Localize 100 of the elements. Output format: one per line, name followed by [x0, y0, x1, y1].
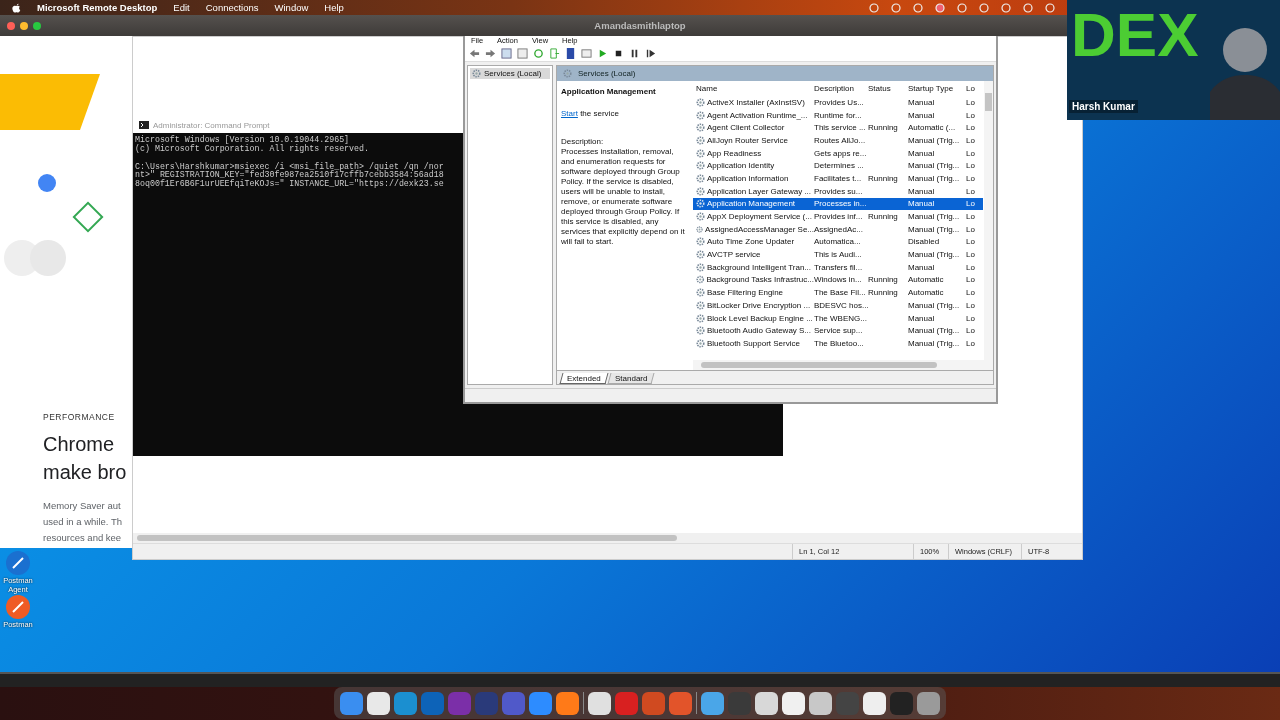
- service-row[interactable]: App Readiness Gets apps re... Manual Lo: [693, 146, 983, 160]
- gear-icon: [472, 69, 481, 78]
- description-label: Description:: [561, 137, 605, 147]
- horizontal-scrollbar[interactable]: [133, 533, 1082, 543]
- horizontal-scrollbar[interactable]: [693, 360, 993, 370]
- service-row[interactable]: Application Management Processes in... Manual Lo: [693, 197, 983, 211]
- service-status: Running: [868, 123, 899, 133]
- window-title: Amandasmithlaptop: [593, 20, 687, 31]
- service-status: Running: [868, 275, 899, 285]
- close-button[interactable]: [7, 21, 15, 30]
- startup-type: Manual (Trig...: [908, 161, 961, 171]
- window-title: Administrator: Command Prompt: [153, 120, 270, 130]
- service-row[interactable]: Agent Client Collector This service ... Running Automatic (... Lo: [693, 121, 983, 135]
- apple-icon[interactable]: [12, 2, 21, 13]
- section-label: PERFORMANCE: [43, 412, 115, 422]
- log-on-as: Lo: [966, 97, 976, 107]
- service-row[interactable]: Agent Activation Runtime_... Runtime for... Manual Lo: [693, 108, 983, 122]
- service-description: Determines ...: [814, 161, 865, 171]
- refresh-icon[interactable]: [533, 47, 544, 59]
- service-name: Block Level Backup Engine ...: [707, 313, 813, 323]
- service-row[interactable]: Bluetooth Audio Gateway S... Service sup... Manual (Trig... Lo: [693, 324, 983, 338]
- service-description: Gets apps re...: [814, 148, 868, 158]
- service-status: Running: [868, 212, 899, 222]
- menu-item[interactable]: Connections: [205, 2, 259, 13]
- startup-type: Manual: [908, 186, 936, 196]
- service-description: Processes in...: [814, 199, 868, 209]
- service-description: The Base Fil...: [814, 288, 867, 298]
- logo-text: DEX: [1071, 4, 1199, 66]
- service-row[interactable]: Bluetooth Support Service The Bluetoo... Manual (Trig... Lo: [693, 337, 983, 350]
- vertical-scrollbar[interactable]: [984, 81, 993, 360]
- restart-icon[interactable]: [645, 47, 656, 59]
- service-row[interactable]: Background Intelligent Tran... Transfers fil... Manual Lo: [693, 260, 983, 274]
- gear-icon: [563, 69, 572, 78]
- menu-item[interactable]: Edit: [173, 2, 190, 13]
- menu-item[interactable]: Window: [274, 2, 309, 13]
- service-name: Background Intelligent Tran...: [707, 262, 812, 272]
- service-description: Processes installation, removal, and enumeration requests for software deployed through Group Policy. If the service is disabled, users will be unable to install, remove, or enumerate software deployed through Group Policy. If this service is disabled, any services that explicitly depend on it will fail to start.: [561, 147, 686, 247]
- service-row[interactable]: Base Filtering Engine The Base Fil... Running Automatic Lo: [693, 286, 983, 299]
- view-tab[interactable]: Extended: [559, 373, 609, 384]
- startup-type: Manual (Trig...: [908, 338, 961, 348]
- service-row[interactable]: Application Layer Gateway ... Provides su... Manual Lo: [693, 184, 983, 198]
- service-description: The WBENG...: [814, 313, 868, 323]
- startup-type: Automatic: [908, 275, 945, 285]
- play-icon[interactable]: [597, 47, 608, 59]
- menu-item[interactable]: Help: [324, 2, 344, 13]
- startup-type: Manual: [908, 110, 936, 120]
- tree-item[interactable]: Services (Local): [470, 68, 550, 79]
- service-name: AllJoyn Router Service: [707, 135, 788, 145]
- column-header[interactable]: Description: [814, 84, 868, 93]
- log-on-as: Lo: [966, 275, 976, 285]
- participant-name: Harsh Kumar: [1069, 100, 1138, 113]
- log-on-as: Lo: [966, 212, 976, 222]
- start-link[interactable]: Start: [561, 109, 578, 118]
- column-header[interactable]: Name: [696, 84, 814, 93]
- service-description: BDESVC hos...: [814, 300, 868, 310]
- service-row[interactable]: Block Level Backup Engine ...The WBENG... Manual Lo: [693, 311, 983, 325]
- log-on-as: Lo: [966, 161, 976, 171]
- service-row[interactable]: Application Information Facilitates t... Running Manual (Trig... Lo: [693, 172, 983, 185]
- service-row[interactable]: AllJoyn Router Service Routes AllJo... Manual (Trig... Lo: [693, 134, 983, 147]
- service-row[interactable]: Auto Time Zone Updater Automatica... Disabled Lo: [693, 235, 983, 249]
- service-row[interactable]: BitLocker Drive Encryption ... BDESVC hos... Manual (Trig... Lo: [693, 299, 983, 312]
- service-row[interactable]: AVCTP service This is Audi... Manual (Trig... Lo: [693, 248, 983, 261]
- service-description: This service ...: [814, 123, 867, 133]
- app-name[interactable]: Microsoft Remote Desktop: [37, 2, 158, 13]
- service-row[interactable]: AppX Deployment Service (... Provides inf... Running Manual (Trig... Lo: [693, 210, 983, 223]
- startup-type: Disabled: [908, 237, 941, 247]
- service-description: Provides inf...: [814, 212, 864, 222]
- service-row[interactable]: AssignedAccessManager Se...AssignedAc... Manual (Trig... Lo: [693, 222, 983, 236]
- service-row[interactable]: ActiveX Installer (AxInstSV) Provides Us... Manual Lo: [693, 96, 983, 109]
- startup-type: Manual: [908, 262, 936, 272]
- service-name: Application Identity: [707, 161, 775, 171]
- startup-type: Automatic: [908, 288, 945, 298]
- service-name: Agent Activation Runtime_...: [707, 110, 808, 120]
- startup-type: Manual: [908, 148, 936, 158]
- log-on-as: Lo: [966, 250, 976, 260]
- service-name: Bluetooth Audio Gateway S...: [707, 326, 812, 336]
- log-on-as: Lo: [966, 262, 976, 272]
- service-row[interactable]: Application Identity Determines ... Manual (Trig... Lo: [693, 159, 983, 173]
- app-shortcut-icon[interactable]: [5, 594, 31, 620]
- zoom-button[interactable]: [33, 21, 41, 30]
- service-description: Routes AllJo...: [814, 135, 867, 145]
- log-on-as: Lo: [966, 237, 976, 247]
- service-description: The Bluetoo...: [814, 338, 865, 348]
- minimize-button[interactable]: [20, 21, 28, 30]
- console-line: 8oq00f1Er6B6F1urUEEfqiTeKOJs=" INSTANCE_URL="https://dexk23.se: [135, 180, 444, 189]
- app-shortcut-icon[interactable]: [5, 550, 31, 576]
- service-name: ActiveX Installer (AxInstSV): [707, 97, 805, 107]
- service-name: AVCTP service: [707, 250, 761, 260]
- log-on-as: Lo: [966, 123, 976, 133]
- service-row[interactable]: Background Tasks Infrastruc...Windows in... Running Automatic Lo: [693, 273, 983, 287]
- pause-icon[interactable]: [629, 47, 640, 59]
- column-header[interactable]: Startup Type: [908, 84, 966, 93]
- back-arrow-icon[interactable]: [469, 47, 480, 59]
- startup-type: Manual: [908, 199, 936, 209]
- article-heading: Chrome make bro: [43, 432, 127, 485]
- view-tab[interactable]: Standard: [607, 373, 655, 384]
- column-header[interactable]: Status: [868, 84, 908, 93]
- service-name: Application Management: [707, 199, 796, 209]
- column-header[interactable]: Lo: [966, 84, 978, 93]
- startup-type: Manual (Trig...: [908, 173, 961, 183]
